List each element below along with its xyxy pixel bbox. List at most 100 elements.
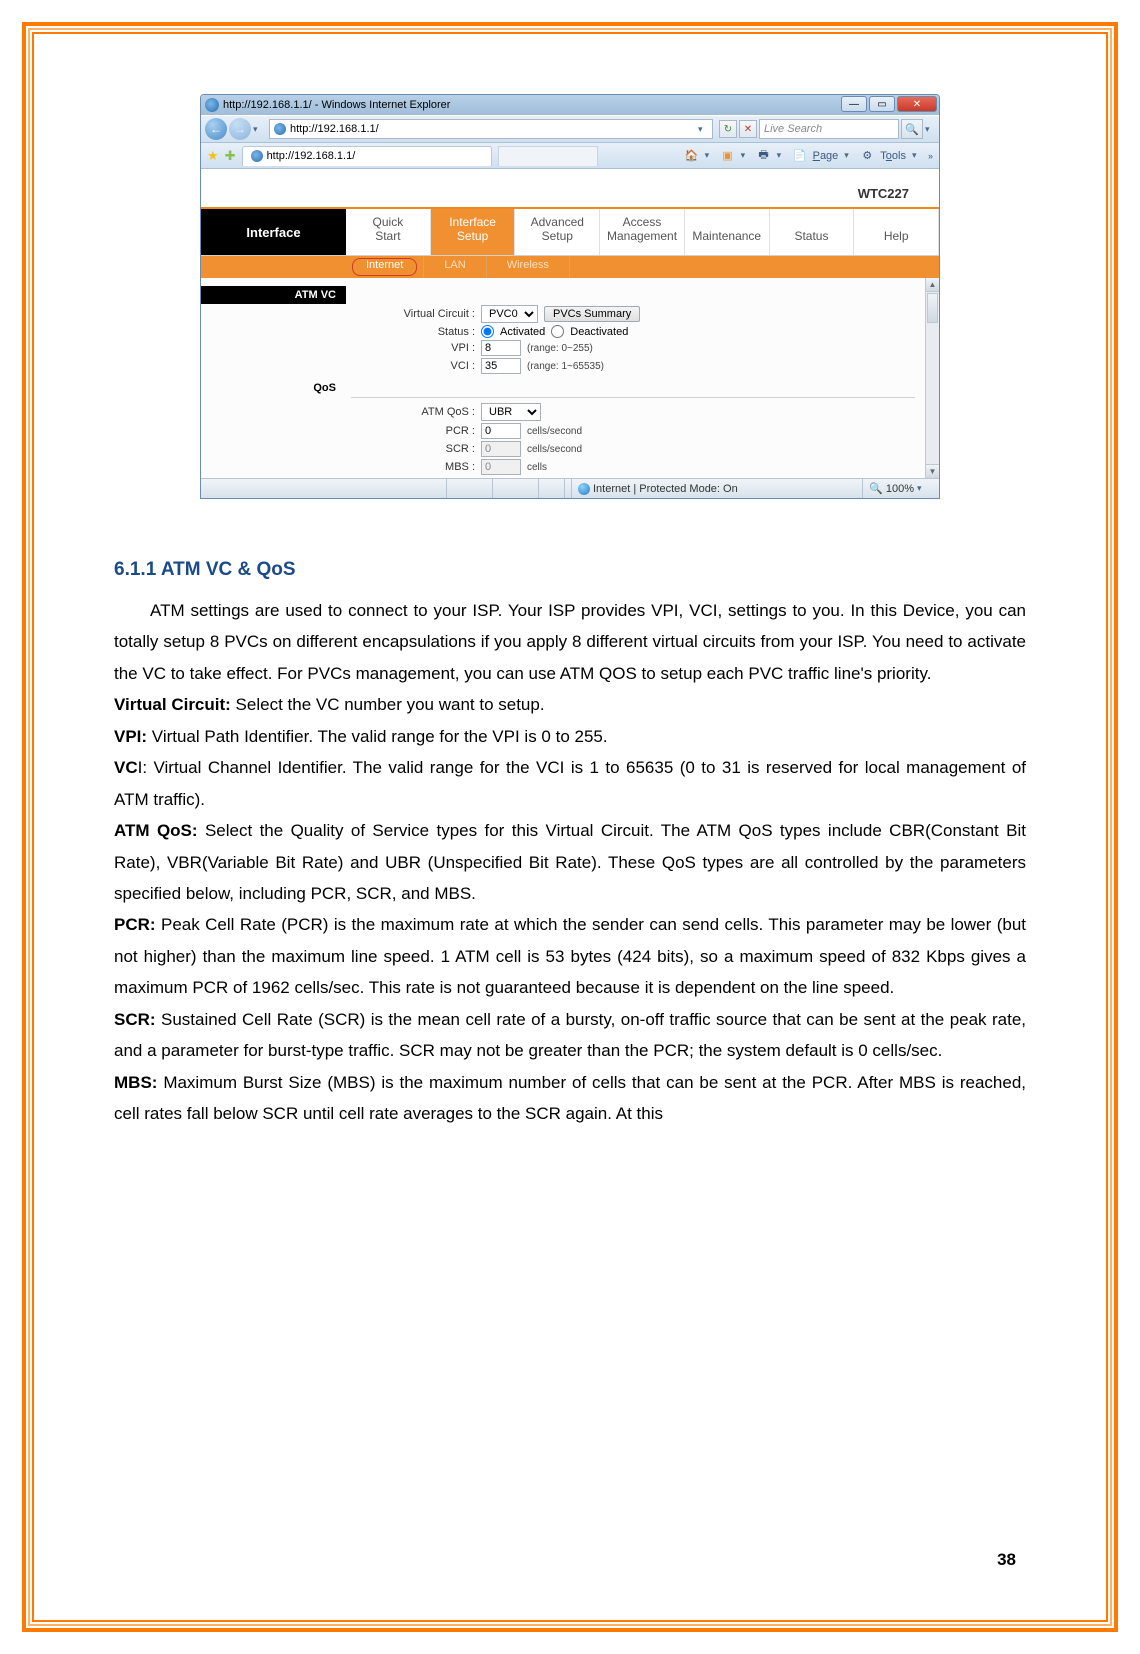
ie-icon <box>205 98 219 112</box>
search-box[interactable]: Live Search <box>759 119 899 139</box>
back-button[interactable]: ← <box>205 118 227 140</box>
browser-window: http://192.168.1.1/ - Windows Internet E… <box>200 94 940 499</box>
tab-maintenance[interactable]: Maintenance <box>685 209 770 255</box>
side-category: Interface <box>201 209 346 255</box>
vci-desc: I: Virtual Channel Identifier. The valid… <box>114 758 1026 808</box>
vpi-label: VPI : <box>201 342 481 354</box>
router-header: WTC227 <box>201 169 939 209</box>
model-label: WTC227 <box>858 186 909 201</box>
print-dropdown[interactable]: ▾ <box>777 150 787 161</box>
vci-label: VCI : <box>201 360 481 372</box>
url-dropdown[interactable]: ▾ <box>698 124 708 135</box>
window-title: http://192.168.1.1/ - Windows Internet E… <box>223 99 450 111</box>
scr-label: SCR : <box>201 443 481 455</box>
status-activated-radio[interactable] <box>481 325 494 338</box>
protected-mode-text: Internet | Protected Mode: On <box>593 483 738 495</box>
router-content: ATM VC Virtual Circuit : PVC0 PVCs Summa… <box>201 278 939 478</box>
pvcs-summary-button[interactable]: PVCs Summary <box>544 306 640 322</box>
zoom-icon[interactable]: 🔍 <box>869 482 883 495</box>
document-body: ATM settings are used to connect to your… <box>114 595 1026 1129</box>
page-menu-dropdown[interactable]: ▾ <box>844 150 854 161</box>
vpi-input[interactable] <box>481 340 521 356</box>
subtab-lan[interactable]: LAN <box>424 256 486 278</box>
address-bar[interactable]: ▾ <box>269 119 713 139</box>
pcr-desc: Peak Cell Rate (PCR) is the maximum rate… <box>114 915 1026 997</box>
tab-title: http://192.168.1.1/ <box>267 150 356 162</box>
vertical-scrollbar[interactable]: ▲ ▼ <box>925 278 939 478</box>
url-input[interactable] <box>290 123 694 135</box>
search-dropdown[interactable]: ▾ <box>925 124 935 135</box>
subtab-wireless[interactable]: Wireless <box>487 256 570 278</box>
atmqos-desc: Select the Quality of Service types for … <box>114 821 1026 903</box>
mbs-input <box>481 459 521 475</box>
toolbar-overflow[interactable]: » <box>928 151 933 161</box>
search-placeholder: Live Search <box>764 123 822 135</box>
virtual-circuit-select[interactable]: PVC0 <box>481 305 538 323</box>
section-heading: 6.1.1 ATM VC & QoS <box>114 559 1026 581</box>
minimize-button[interactable]: — <box>841 96 867 112</box>
sub-nav: Internet LAN Wireless <box>201 256 939 278</box>
print-icon[interactable]: 🖶 <box>757 149 771 163</box>
zoom-dropdown[interactable]: ▾ <box>917 483 927 494</box>
tab-interface-setup[interactable]: InterfaceSetup <box>431 209 516 255</box>
subtab-internet[interactable]: Internet <box>346 256 424 278</box>
tab-access-management[interactable]: AccessManagement <box>600 209 685 255</box>
pcr-hint: cells/second <box>527 426 582 437</box>
status-deactivated-text: Deactivated <box>570 326 628 338</box>
scroll-up-button[interactable]: ▲ <box>926 278 939 292</box>
tab-page-icon <box>251 150 263 162</box>
scr-hint: cells/second <box>527 444 582 455</box>
scroll-down-button[interactable]: ▼ <box>926 464 939 478</box>
refresh-button[interactable]: ↻ <box>719 120 737 138</box>
page-icon <box>274 123 286 135</box>
intro-paragraph: ATM settings are used to connect to your… <box>114 595 1026 689</box>
nav-history-dropdown[interactable]: ▾ <box>253 124 263 135</box>
tools-menu-dropdown[interactable]: ▾ <box>912 150 922 161</box>
close-button[interactable]: ✕ <box>897 96 937 112</box>
mbs-desc: Maximum Burst Size (MBS) is the maximum … <box>114 1073 1026 1123</box>
forward-button[interactable]: → <box>229 118 251 140</box>
home-icon[interactable]: 🏠 <box>685 149 699 163</box>
pcr-input[interactable] <box>481 423 521 439</box>
add-favorites-icon[interactable]: ✚ <box>225 148 236 164</box>
new-tab-stub[interactable] <box>498 146 598 166</box>
vci-input[interactable] <box>481 358 521 374</box>
scroll-thumb[interactable] <box>927 293 938 323</box>
feeds-dropdown[interactable]: ▾ <box>741 150 751 161</box>
window-titlebar: http://192.168.1.1/ - Windows Internet E… <box>201 95 939 115</box>
virtual-circuit-label: Virtual Circuit : <box>201 308 481 320</box>
atmqos-label: ATM QoS : <box>201 406 481 418</box>
scr-input <box>481 441 521 457</box>
nav-toolbar: ← → ▾ ▾ ↻ ✕ Live Search 🔍 ▾ <box>201 115 939 143</box>
atmqos-term: ATM QoS: <box>114 821 198 840</box>
scr-term: SCR: <box>114 1010 156 1029</box>
atmqos-select[interactable]: UBR <box>481 403 541 421</box>
page-menu[interactable]: PPageage <box>813 150 839 162</box>
vpi-hint: (range: 0~255) <box>527 343 593 354</box>
section-qos: QoS <box>201 379 346 397</box>
feeds-icon[interactable]: ▣ <box>721 149 735 163</box>
tab-status[interactable]: Status <box>770 209 855 255</box>
tab-quick-start[interactable]: QuickStart <box>346 209 431 255</box>
maximize-button[interactable]: ▭ <box>869 96 895 112</box>
status-label: Status : <box>201 326 481 338</box>
vc-term: Virtual Circuit: <box>114 695 231 714</box>
zoom-level: 100% <box>886 483 914 495</box>
tab-help[interactable]: Help <box>854 209 939 255</box>
browser-tab[interactable]: http://192.168.1.1/ <box>242 146 492 166</box>
home-dropdown[interactable]: ▾ <box>705 150 715 161</box>
main-nav: Interface QuickStart InterfaceSetup Adva… <box>201 209 939 256</box>
stop-button[interactable]: ✕ <box>739 120 757 138</box>
status-activated-text: Activated <box>500 326 545 338</box>
pcr-term: PCR: <box>114 915 156 934</box>
tab-advanced-setup[interactable]: AdvancedSetup <box>515 209 600 255</box>
section-atm-vc: ATM VC <box>201 286 346 304</box>
mbs-term: MBS: <box>114 1073 157 1092</box>
internet-zone-icon <box>578 483 590 495</box>
status-deactivated-radio[interactable] <box>551 325 564 338</box>
favorites-icon[interactable]: ★ <box>207 148 219 164</box>
tab-toolbar: ★ ✚ http://192.168.1.1/ 🏠▾ ▣▾ 🖶▾ 📄 PPage… <box>201 143 939 169</box>
tools-menu[interactable]: ToToolsols <box>880 150 906 162</box>
vc-desc: Select the VC number you want to setup. <box>231 695 545 714</box>
search-button[interactable]: 🔍 <box>901 119 923 139</box>
